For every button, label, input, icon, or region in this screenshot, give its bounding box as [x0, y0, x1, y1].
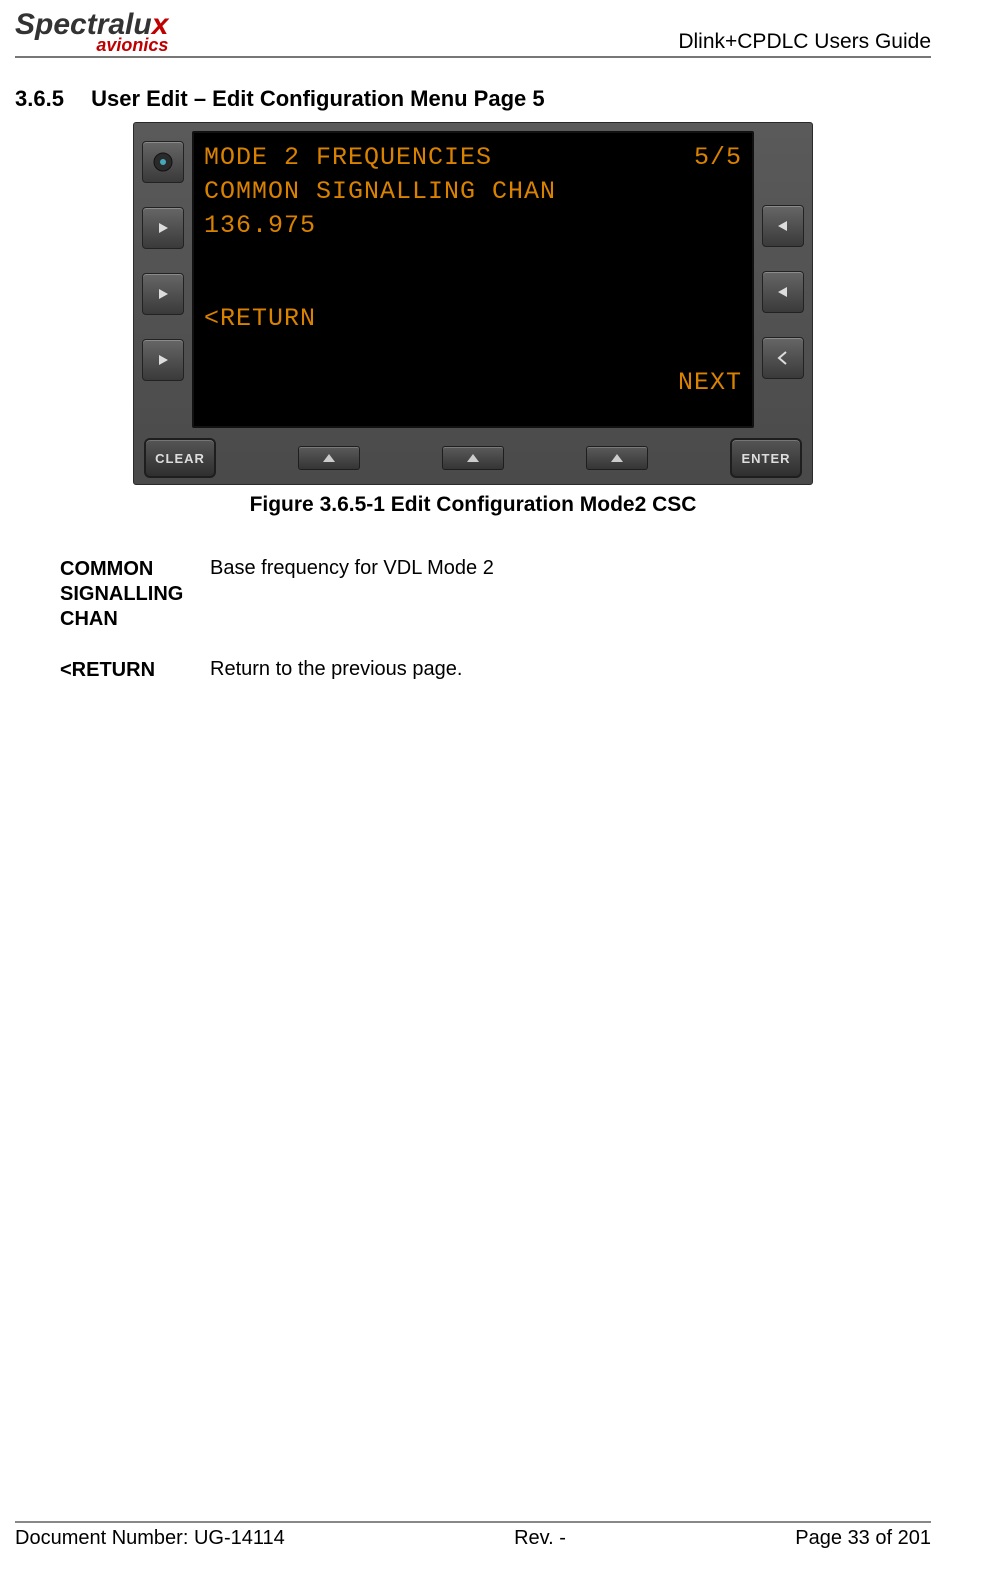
page-header: Spectralux avionics Dlink+CPDLC Users Gu… — [15, 10, 931, 58]
guide-title: Dlink+CPDLC Users Guide — [678, 30, 931, 54]
logo-main: Spectralu — [15, 8, 152, 41]
lsk-l3[interactable] — [142, 339, 184, 381]
screen-return: <RETURN — [204, 302, 742, 336]
right-key-column — [760, 131, 806, 428]
screen-line-3: 136.975 — [204, 209, 742, 243]
logo: Spectralux avionics — [15, 10, 168, 54]
definition-desc: Return to the previous page. — [210, 658, 462, 683]
play-left-icon — [776, 219, 790, 233]
play-right-icon — [156, 353, 170, 367]
lsk-r1[interactable] — [762, 205, 804, 247]
left-key-column — [140, 131, 186, 428]
logo-x: x — [152, 8, 169, 41]
screen-next: NEXT — [204, 366, 742, 400]
lsk-l1[interactable] — [142, 207, 184, 249]
section-heading: 3.6.5 User Edit – Edit Configuration Men… — [15, 86, 931, 112]
play-right-icon — [156, 221, 170, 235]
definition-row: COMMON SIGNALLING CHAN Base frequency fo… — [60, 557, 931, 632]
play-left-icon — [776, 285, 790, 299]
rocker-1[interactable] — [298, 446, 360, 470]
mcdu-device: MODE 2 FREQUENCIES 5/5 COMMON SIGNALLING… — [133, 122, 813, 485]
page-footer: Document Number: UG-14114 Rev. - Page 33… — [15, 1521, 931, 1580]
lsk-l2[interactable] — [142, 273, 184, 315]
section-title: User Edit – Edit Configuration Menu Page… — [91, 86, 545, 111]
screen-line-2: COMMON SIGNALLING CHAN — [204, 175, 742, 209]
triangle-up-icon — [466, 453, 480, 463]
footer-doc-number: Document Number: UG-14114 — [15, 1527, 285, 1550]
lsk-r2[interactable] — [762, 271, 804, 313]
brightness-knob[interactable] — [142, 141, 184, 183]
footer-revision: Rev. - — [514, 1527, 566, 1550]
definition-term: COMMON SIGNALLING CHAN — [60, 557, 210, 632]
rocker-3[interactable] — [586, 446, 648, 470]
figure-caption: Figure 3.6.5-1 Edit Configuration Mode2 … — [250, 493, 697, 517]
definition-term: <RETURN — [60, 658, 210, 683]
section-number: 3.6.5 — [15, 86, 85, 112]
screen-page-indicator: 5/5 — [694, 141, 742, 175]
definition-list: COMMON SIGNALLING CHAN Base frequency fo… — [60, 557, 931, 709]
footer-page-number: Page 33 of 201 — [795, 1527, 931, 1550]
rocker-2[interactable] — [442, 446, 504, 470]
definition-row: <RETURN Return to the previous page. — [60, 658, 931, 683]
play-right-icon — [156, 287, 170, 301]
triangle-up-icon — [322, 453, 336, 463]
clear-button[interactable]: CLEAR — [144, 438, 216, 478]
enter-button[interactable]: ENTER — [730, 438, 802, 478]
definition-desc: Base frequency for VDL Mode 2 — [210, 557, 494, 632]
lsk-r3[interactable] — [762, 337, 804, 379]
mcdu-screen: MODE 2 FREQUENCIES 5/5 COMMON SIGNALLING… — [192, 131, 754, 428]
triangle-up-icon — [610, 453, 624, 463]
screen-title: MODE 2 FREQUENCIES — [204, 141, 492, 175]
angle-left-icon — [775, 350, 791, 366]
